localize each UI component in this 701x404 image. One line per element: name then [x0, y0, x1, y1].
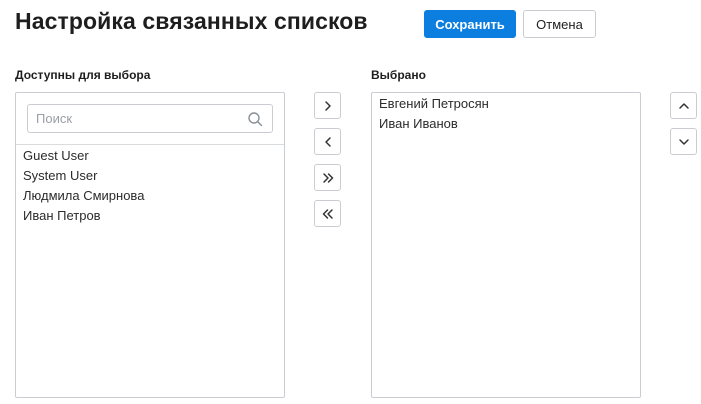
list-item[interactable]: Людмила Смирнова	[23, 186, 144, 206]
move-all-right-button[interactable]	[314, 164, 341, 191]
list-item[interactable]: Иван Иванов	[379, 114, 489, 134]
search-input[interactable]	[28, 105, 238, 132]
available-list-panel: Guest User System User Людмила Смирнова …	[15, 92, 285, 398]
selected-list-panel: Евгений Петросян Иван Иванов	[371, 92, 641, 398]
save-button[interactable]: Сохранить	[424, 10, 516, 38]
list-item[interactable]: Guest User	[23, 146, 144, 166]
chevron-right-icon	[324, 100, 331, 111]
cancel-button[interactable]: Отмена	[523, 10, 596, 38]
chevron-up-icon	[678, 102, 689, 109]
search-icon[interactable]	[247, 111, 263, 127]
list-item[interactable]: Евгений Петросян	[379, 94, 489, 114]
search-box	[27, 104, 273, 133]
move-right-button[interactable]	[314, 92, 341, 119]
page-title: Настройка связанных списков	[15, 8, 368, 34]
move-left-button[interactable]	[314, 128, 341, 155]
available-list: Guest User System User Людмила Смирнова …	[23, 146, 144, 226]
move-down-button[interactable]	[670, 128, 697, 155]
selected-list: Евгений Петросян Иван Иванов	[379, 94, 489, 134]
search-divider	[16, 144, 284, 145]
list-item[interactable]: Иван Петров	[23, 206, 144, 226]
list-item[interactable]: System User	[23, 166, 144, 186]
chevron-down-icon	[678, 138, 689, 145]
available-list-label: Доступны для выбора	[15, 68, 151, 82]
selected-list-label: Выбрано	[371, 68, 426, 82]
double-chevron-left-icon	[322, 208, 333, 219]
double-chevron-right-icon	[322, 172, 333, 183]
move-up-button[interactable]	[670, 92, 697, 119]
chevron-left-icon	[324, 136, 331, 147]
move-all-left-button[interactable]	[314, 200, 341, 227]
